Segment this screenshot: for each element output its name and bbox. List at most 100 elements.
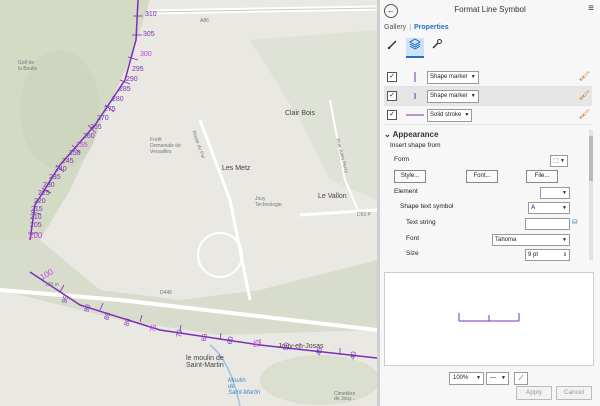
font-button[interactable]: Font... xyxy=(466,170,498,183)
style-button[interactable]: Style... xyxy=(394,170,426,183)
route-measure: 215 xyxy=(31,206,43,213)
symbol-layer-row[interactable]: ✓ Shape marker ▼ 🖌 xyxy=(384,68,592,87)
chevron-down-icon: ▼ xyxy=(464,112,470,118)
layer-type-dropdown[interactable]: Solid stroke ▼ xyxy=(427,109,473,122)
layer-preview xyxy=(414,93,416,99)
map-label-les-metz: Les Metz xyxy=(222,165,251,172)
font-dropdown[interactable]: Tahoma ▼ xyxy=(492,234,570,246)
layer-visibility-checkbox[interactable]: ✓ xyxy=(387,72,397,82)
layers-icon[interactable] xyxy=(406,38,424,58)
route-measure: 220 xyxy=(34,198,46,205)
route-measure: 240 xyxy=(55,166,67,173)
element-dropdown[interactable]: ▼ xyxy=(540,187,570,199)
database-icon[interactable]: ⛁ xyxy=(572,217,577,229)
route-measure: 50 xyxy=(282,342,292,351)
route-measure: 295 xyxy=(132,66,144,73)
app-window: Golf de la Boulie Forêt Domaniale de Ver… xyxy=(0,0,600,406)
map-label-moulin: le moulin de Saint-Martin xyxy=(186,355,224,369)
route-measure: 65 xyxy=(200,333,210,342)
layer-visibility-checkbox[interactable]: ✓ xyxy=(387,91,397,101)
chevron-down-icon: ▼ xyxy=(562,205,567,211)
file-button[interactable]: File... xyxy=(526,170,558,183)
route-measure: 225 xyxy=(38,190,50,197)
shape-text-symbol-label: Shape text symbol xyxy=(400,203,454,210)
map-label-le-vallon: Le Vallon xyxy=(318,193,347,200)
map-view[interactable]: Golf de la Boulie Forêt Domaniale de Ver… xyxy=(0,0,377,406)
zoom-dropdown[interactable]: 100% ▼ xyxy=(449,372,484,385)
symbol-layer-row[interactable]: ✓ Shape marker ▼ 🖌 xyxy=(384,87,592,106)
map-label-cimetiere: Cimetière de Jouy... xyxy=(334,391,356,402)
chevron-down-icon: ▼ xyxy=(501,375,506,381)
route-measure: 205 xyxy=(30,222,42,229)
stepper-arrows-icon: ⇕ xyxy=(562,252,567,258)
appearance-title: Appearance xyxy=(392,130,439,139)
route-measure: 60 xyxy=(226,336,236,345)
route-measure: 245 xyxy=(62,158,74,165)
route-measure: 55 xyxy=(252,339,262,348)
size-stepper[interactable]: 9 pt ⇕ xyxy=(525,249,570,261)
layer-preview xyxy=(414,72,416,82)
route-measure: 280 xyxy=(112,96,124,103)
route-measure: 200 xyxy=(29,231,43,240)
symbol-preview xyxy=(384,272,594,366)
zoom-value: 100% xyxy=(453,375,469,381)
appearance-scrollbar[interactable] xyxy=(589,130,593,260)
size-value: 9 pt xyxy=(528,252,539,258)
route-measure: 250 xyxy=(69,150,81,157)
chevron-down-icon: ▼ xyxy=(476,375,481,381)
route-measure: 265 xyxy=(90,124,102,131)
text-string-label: Text string xyxy=(406,219,436,226)
layer-type-label: Shape marker xyxy=(430,93,468,99)
form-dropdown[interactable]: ⬚ ▼ xyxy=(550,155,568,167)
paintbrush-icon[interactable]: 🖌 xyxy=(579,90,590,101)
apply-button[interactable]: Apply xyxy=(516,386,552,400)
map-road-d446: D446 xyxy=(160,290,172,296)
pane-header: ← Format Line Symbol ≡ xyxy=(380,0,600,20)
terrain-south xyxy=(260,355,377,405)
text-symbol-preview-icon: A xyxy=(531,205,536,211)
line-style-dropdown[interactable]: — ▼ xyxy=(486,372,509,385)
layer-visibility-checkbox[interactable]: ✓ xyxy=(387,110,397,120)
scrollbar-thumb[interactable] xyxy=(589,136,593,181)
route-measure: 40 xyxy=(349,351,359,360)
layer-type-dropdown[interactable]: Shape marker ▼ xyxy=(427,71,479,84)
tab-separator: | xyxy=(409,24,412,31)
route-measure: 305 xyxy=(143,31,155,38)
route-measure: 270 xyxy=(97,115,109,122)
chevron-down-icon: ▼ xyxy=(562,190,567,196)
tab-properties[interactable]: Properties xyxy=(414,24,449,31)
shape-text-symbol-dropdown[interactable]: A ▼ xyxy=(528,202,570,214)
map-label-golf: Golf de la Boulie xyxy=(18,60,38,72)
appearance-header[interactable]: ⌄ Appearance xyxy=(384,130,586,139)
symbol-layer-row[interactable]: ✓ Solid stroke ▼ 🖌 xyxy=(384,106,592,125)
layer-type-label: Solid stroke xyxy=(430,112,462,118)
text-string-input[interactable] xyxy=(525,218,570,230)
paintbrush-icon[interactable]: 🖌 xyxy=(579,109,590,120)
brush-icon[interactable] xyxy=(384,38,402,56)
route-measure: 255 xyxy=(76,142,88,149)
route-measure: 260 xyxy=(83,133,95,140)
cancel-button[interactable]: Cancel xyxy=(556,386,592,400)
tab-gallery[interactable]: Gallery xyxy=(384,24,406,31)
hatch-preview-icon[interactable]: ⟋ xyxy=(514,372,528,385)
map-road-d53: D53 P xyxy=(357,212,371,218)
route-measure: 310 xyxy=(145,11,157,18)
hamburger-menu-icon[interactable]: ≡ xyxy=(588,3,594,14)
map-label-clair-bois: Clair Bois xyxy=(285,110,315,117)
route-measure: 285 xyxy=(119,86,131,93)
route-measure: 45 xyxy=(315,347,325,356)
preview-toolbar: 100% ▼ — ▼ ⟋ Apply Cancel xyxy=(384,372,594,400)
route-measure: 290 xyxy=(126,76,138,83)
route-measure-extra: 100 m xyxy=(45,282,59,288)
chevron-down-icon: ⌄ xyxy=(384,130,393,139)
layer-type-dropdown[interactable]: Shape marker ▼ xyxy=(427,90,479,103)
font-value: Tahoma xyxy=(495,237,517,243)
layer-type-label: Shape marker xyxy=(430,74,468,80)
layer-preview xyxy=(406,114,424,116)
chevron-down-icon: ▼ xyxy=(470,74,476,80)
pane-tabs: Gallery | Properties xyxy=(384,24,449,31)
paintbrush-icon[interactable]: 🖌 xyxy=(579,71,590,82)
wrench-icon[interactable] xyxy=(428,38,446,56)
line-style-icon: — xyxy=(490,375,496,381)
pane-title: Format Line Symbol xyxy=(454,5,526,14)
